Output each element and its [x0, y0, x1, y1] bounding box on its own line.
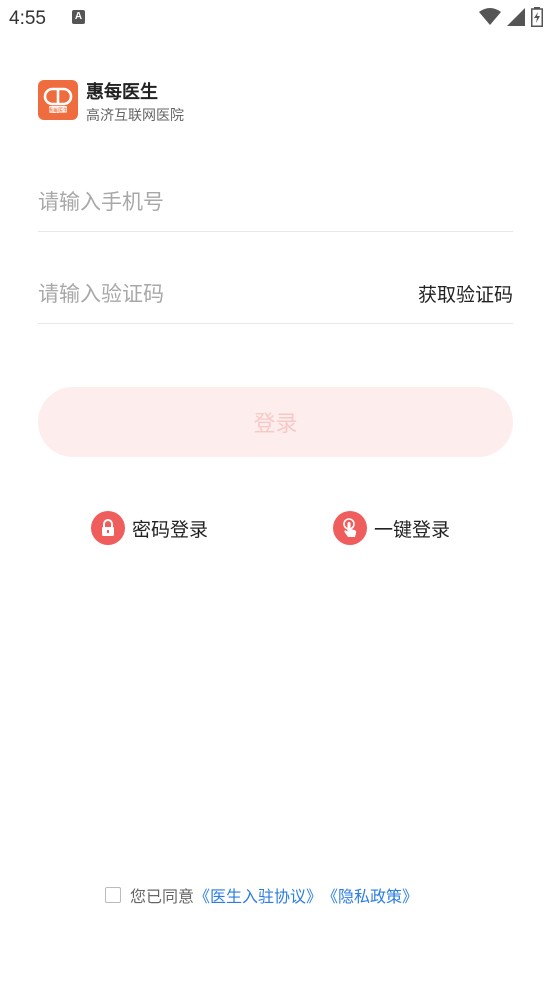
- password-login-button[interactable]: 密码登录: [91, 510, 208, 546]
- battery-icon: [531, 7, 543, 27]
- notification-icon: A: [72, 10, 85, 24]
- phone-input[interactable]: [38, 180, 368, 224]
- agreement-checkbox[interactable]: [105, 887, 121, 903]
- wifi-icon: [479, 8, 501, 25]
- status-icons: [479, 7, 543, 27]
- privacy-policy-link[interactable]: 《隐私政策》: [322, 883, 418, 907]
- brand-logo-icon: 惠每医生: [43, 87, 73, 114]
- brand-subtitle: 高济互联网医院: [86, 108, 184, 124]
- password-login-label: 密码登录: [132, 518, 209, 541]
- signal-icon: [507, 8, 525, 26]
- onekey-login-label: 一键登录: [374, 518, 451, 541]
- agreement-row: 您已同意 《医生入驻协议》 《隐私政策》: [105, 883, 418, 907]
- phone-field: [38, 180, 513, 232]
- brand-logo: 惠每医生: [38, 80, 78, 120]
- get-code-button[interactable]: 获取验证码: [418, 280, 513, 307]
- touch-icon: [333, 511, 367, 545]
- onekey-login-button[interactable]: 一键登录: [333, 510, 450, 546]
- agreement-prefix: 您已同意: [130, 887, 195, 906]
- code-field: 获取验证码: [38, 272, 513, 324]
- login-button[interactable]: 登录: [38, 387, 513, 457]
- brand-name: 惠每医生: [86, 82, 158, 103]
- status-time: 4:55: [9, 8, 46, 29]
- brand-logo-text: 惠每医生: [48, 107, 68, 114]
- status-bar: 4:55 A: [0, 0, 551, 38]
- doctor-agreement-link[interactable]: 《医生入驻协议》: [194, 883, 322, 907]
- code-input[interactable]: [38, 272, 368, 316]
- lock-icon: [91, 511, 125, 545]
